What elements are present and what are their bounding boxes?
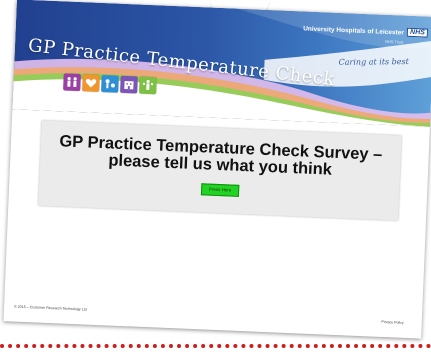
survey-invitation-panel: GP Practice Temperature Check Survey – p… (38, 120, 402, 221)
dotted-divider (0, 344, 431, 354)
header-banner: GP Practice Temperature Check University… (12, 0, 431, 127)
nhs-logo: NHS (406, 27, 429, 38)
group-icon (139, 76, 157, 95)
survey-heading: GP Practice Temperature Check Survey – p… (59, 132, 383, 179)
building-icon (120, 75, 138, 94)
organisation-subtitle: NHS Trust (384, 38, 404, 45)
people-icon (63, 73, 81, 92)
heart-icon (82, 74, 100, 92)
privacy-policy-link[interactable]: Privacy Policy (381, 320, 404, 325)
stethoscope-icon (101, 75, 119, 93)
survey-page-screenshot: GP Practice Temperature Check University… (3, 0, 431, 339)
copyright-text: © 2015 – Customer Research Technology Lt… (13, 304, 87, 312)
organisation-tagline: Caring at its best (338, 57, 409, 67)
press-here-button[interactable]: Press Here (200, 183, 240, 197)
